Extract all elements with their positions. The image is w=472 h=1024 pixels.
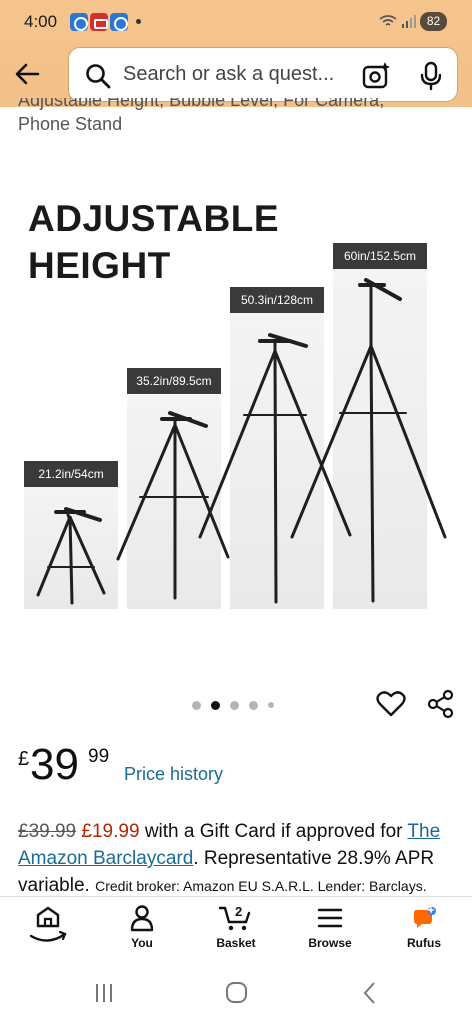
carousel-dot[interactable] bbox=[192, 700, 201, 710]
status-time: 4:00 bbox=[24, 12, 58, 31]
price-history-link[interactable]: Price history bbox=[124, 764, 223, 785]
status-bar: 4:00 82 bbox=[0, 0, 472, 42]
height-label-4: 60in/152.5cm bbox=[333, 243, 427, 269]
price-whole: 39 bbox=[30, 740, 79, 789]
nav-you[interactable]: You bbox=[95, 904, 189, 950]
header-bar: 4:00 82 Search or ask a quest... bbox=[0, 0, 472, 107]
carousel-dot-active[interactable] bbox=[211, 700, 220, 710]
menu-icon bbox=[317, 908, 343, 928]
battery-indicator: 82 bbox=[420, 12, 447, 31]
height-label-2: 35.2in/89.5cm bbox=[127, 368, 221, 394]
bottom-navigation: You 2 Basket Browse Rufus bbox=[0, 898, 472, 960]
height-label-3: 50.3in/128cm bbox=[230, 287, 324, 313]
notification-icon bbox=[110, 13, 128, 31]
image-headline: ADJUSTABLE HEIGHT bbox=[28, 198, 279, 286]
price-fraction: 99 bbox=[88, 746, 110, 767]
price-currency: £ bbox=[18, 748, 30, 770]
product-title-line1: Adjustable Height, Bubble Level, For Cam… bbox=[18, 98, 385, 110]
nav-rufus[interactable]: Rufus bbox=[377, 904, 471, 950]
carousel-dot[interactable] bbox=[230, 700, 239, 710]
divider bbox=[0, 896, 472, 897]
rufus-icon bbox=[414, 906, 436, 928]
carousel-dot[interactable] bbox=[249, 700, 258, 710]
cart-icon: 2 bbox=[218, 904, 251, 931]
nav-browse[interactable]: Browse bbox=[283, 904, 377, 950]
camera-search-icon[interactable] bbox=[361, 61, 391, 96]
back-arrow-icon[interactable] bbox=[12, 58, 44, 90]
notification-icon bbox=[70, 13, 88, 31]
search-input[interactable]: Search or ask a quest... bbox=[123, 63, 355, 86]
home-button-icon[interactable] bbox=[226, 982, 247, 1003]
nav-basket[interactable]: 2 Basket bbox=[189, 904, 283, 950]
microphone-icon[interactable] bbox=[419, 61, 443, 96]
signal-icon bbox=[378, 13, 416, 32]
recent-apps-icon[interactable] bbox=[96, 984, 112, 1002]
basket-count-badge: 2 bbox=[235, 904, 242, 919]
home-icon bbox=[29, 906, 67, 942]
carousel-dot[interactable] bbox=[268, 702, 274, 708]
more-notifications-dot bbox=[136, 19, 141, 24]
share-icon[interactable] bbox=[426, 689, 456, 724]
offer-text: with a Gift Card if approved for bbox=[144, 821, 403, 842]
offer-price: £19.99 bbox=[81, 821, 140, 842]
search-icon bbox=[85, 63, 111, 94]
search-bar[interactable]: Search or ask a quest... bbox=[68, 47, 458, 102]
apr-variable-text: variable. bbox=[18, 875, 90, 896]
notification-icon bbox=[90, 13, 108, 31]
wishlist-heart-icon[interactable] bbox=[376, 689, 406, 724]
product-title: Adjustable Height, Bubble Level, For Cam… bbox=[18, 98, 458, 136]
system-navigation-bar bbox=[0, 960, 472, 1024]
back-button-icon[interactable] bbox=[363, 982, 375, 1004]
old-price: £39.99 bbox=[18, 821, 77, 842]
person-icon bbox=[130, 905, 154, 932]
nav-home[interactable] bbox=[1, 904, 95, 948]
product-title-line2: Phone Stand bbox=[18, 114, 123, 134]
height-label-1: 21.2in/54cm bbox=[24, 461, 118, 487]
carousel-dots[interactable] bbox=[192, 700, 274, 710]
apr-text: . Representative 28.9% APR bbox=[193, 848, 435, 869]
